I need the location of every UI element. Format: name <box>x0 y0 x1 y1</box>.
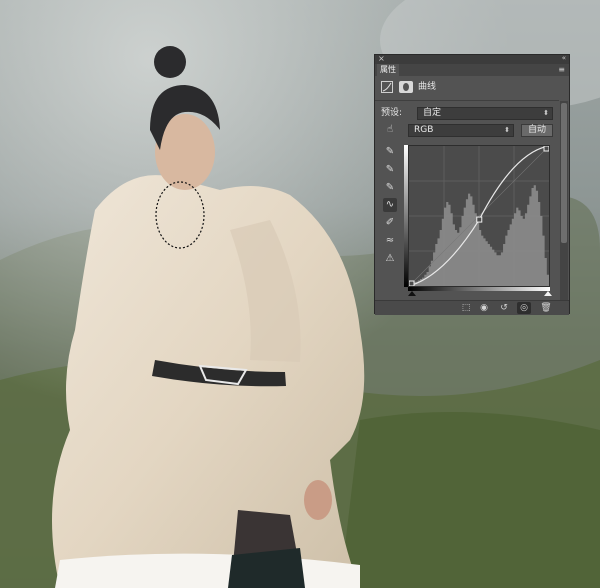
white-input-slider[interactable] <box>544 291 552 296</box>
pencil-icon[interactable]: ✐ <box>383 216 397 230</box>
reset-icon[interactable]: ↺ <box>497 302 511 314</box>
channel-select[interactable]: RGB ⬍ <box>408 124 514 137</box>
preset-select-value: 自定 <box>423 108 442 118</box>
panel-tab-row: 属性 ≡ <box>375 64 569 76</box>
hand-adjust-icon[interactable]: ☝ <box>383 123 397 137</box>
close-icon[interactable]: × <box>378 54 385 63</box>
panel-footer: ⬚ ◉ ↺ ◎ 🗑 <box>375 300 569 315</box>
preset-select[interactable]: 自定 ⬍ <box>417 107 553 120</box>
curve-svg[interactable] <box>409 146 549 286</box>
curve-control-point[interactable] <box>409 280 415 286</box>
trash-icon[interactable]: 🗑 <box>539 302 553 314</box>
curves-adjustment-icon[interactable] <box>381 81 393 93</box>
panel-titlebar: × « <box>375 54 569 64</box>
gray-point-eyedropper-icon[interactable]: ✎ <box>383 163 397 177</box>
tab-properties[interactable]: 属性 <box>377 64 399 76</box>
mask-icon[interactable] <box>399 81 413 93</box>
chevron-updown-icon: ⬍ <box>504 126 510 134</box>
visibility-eye-icon[interactable]: ◎ <box>517 302 531 314</box>
black-input-slider[interactable] <box>408 291 416 296</box>
white-point-eyedropper-icon[interactable]: ✎ <box>383 181 397 195</box>
smooth-curve-icon[interactable]: ≈ <box>383 234 397 248</box>
divider <box>375 100 559 101</box>
properties-panel: × « 属性 ≡ 曲线 预设: 自定 ⬍ ☝ RGB ⬍ 自动 ✎ ✎ ✎ ∿ … <box>374 54 570 315</box>
chevron-updown-icon: ⬍ <box>543 109 549 117</box>
black-point-eyedropper-icon[interactable]: ✎ <box>383 145 397 159</box>
curve-control-point[interactable] <box>476 216 483 223</box>
adjustment-title: 曲线 <box>418 82 437 92</box>
clipping-warning-icon[interactable]: ⚠ <box>383 252 397 266</box>
curve-graph[interactable] <box>408 145 550 287</box>
preset-label: 预设: <box>381 108 403 118</box>
curve-point-tool-icon[interactable]: ∿ <box>383 198 397 212</box>
clip-to-layer-icon[interactable]: ⬚ <box>459 302 473 314</box>
scrollbar-thumb[interactable] <box>561 103 567 243</box>
collapse-icon[interactable]: « <box>562 54 566 62</box>
channel-select-value: RGB <box>414 125 434 135</box>
curve-control-point[interactable] <box>543 146 549 152</box>
input-gradient <box>408 287 550 291</box>
view-previous-icon[interactable]: ◉ <box>477 302 491 314</box>
panel-menu-icon[interactable]: ≡ <box>558 64 565 75</box>
auto-button[interactable]: 自动 <box>521 124 553 137</box>
